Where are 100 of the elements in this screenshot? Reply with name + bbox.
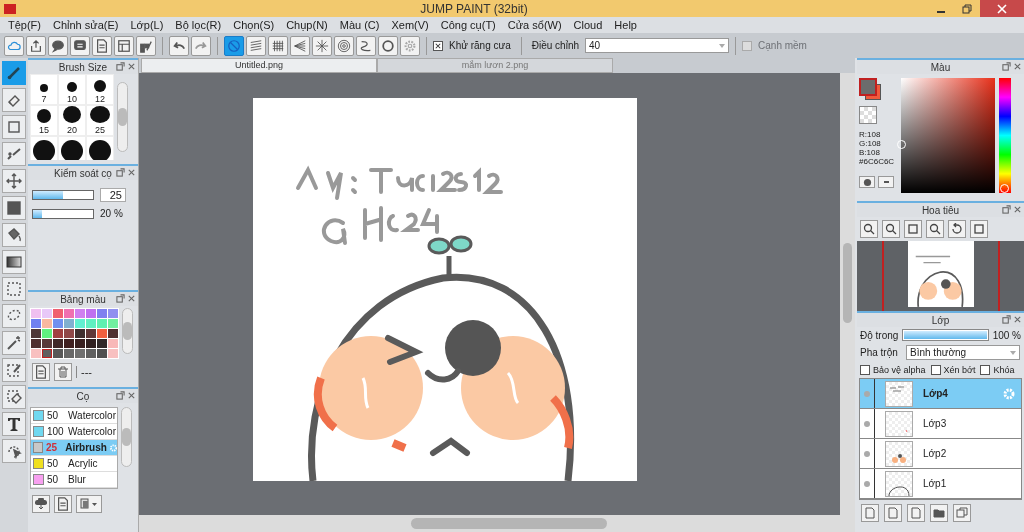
- color-swatch[interactable]: [86, 339, 96, 348]
- color-swatch[interactable]: [108, 339, 118, 348]
- brush-item[interactable]: 25 Airbrush: [31, 440, 117, 456]
- color-swatch[interactable]: [53, 309, 63, 318]
- brush-size-option[interactable]: 7: [30, 74, 58, 105]
- toolbar-button[interactable]: [169, 35, 189, 56]
- color-swatch[interactable]: [75, 339, 85, 348]
- tool-button[interactable]: [2, 196, 26, 220]
- tool-button[interactable]: [2, 331, 26, 355]
- toolbar-button[interactable]: [224, 35, 244, 56]
- color-swatch[interactable]: [64, 329, 74, 338]
- layer-row[interactable]: Lớp4: [860, 379, 1021, 409]
- tool-button[interactable]: [2, 88, 26, 112]
- layer-row[interactable]: Lớp2: [860, 439, 1021, 469]
- toolbar-button[interactable]: [290, 35, 310, 56]
- color-swatch[interactable]: [42, 339, 52, 348]
- brush-dot-icon[interactable]: [61, 140, 83, 160]
- brush-size-option[interactable]: 25: [86, 105, 114, 136]
- color-swatch[interactable]: [53, 339, 63, 348]
- brush-item[interactable]: 50 Blur: [31, 472, 117, 488]
- brush-item[interactable]: 50 Watercolor: [31, 408, 117, 424]
- color-swatch[interactable]: [31, 319, 41, 328]
- transparent-swatch[interactable]: [859, 106, 877, 124]
- color-swatch[interactable]: [53, 329, 63, 338]
- toolbar-button[interactable]: [378, 35, 398, 56]
- toolbar-button[interactable]: [114, 35, 134, 56]
- toolbar-button[interactable]: [70, 35, 90, 56]
- document-tab[interactable]: Untitled.png: [141, 58, 377, 73]
- brush-item[interactable]: 50 Acrylic: [31, 456, 117, 472]
- color-swatch[interactable]: [75, 309, 85, 318]
- tool-button[interactable]: [2, 169, 26, 193]
- brush-dot-icon[interactable]: [33, 140, 55, 160]
- color-swatch[interactable]: [108, 309, 118, 318]
- navigator-button[interactable]: [882, 220, 900, 238]
- menu-item[interactable]: Chỉnh sửa(E): [47, 19, 125, 31]
- toolbar-button[interactable]: [246, 35, 266, 56]
- menu-item[interactable]: Help: [608, 19, 643, 31]
- slider-track[interactable]: [32, 190, 94, 200]
- tool-button[interactable]: [2, 142, 26, 166]
- color-swatch[interactable]: [97, 339, 107, 348]
- tool-button[interactable]: [2, 250, 26, 274]
- color-swatch[interactable]: [31, 339, 41, 348]
- visibility-dot-icon[interactable]: [864, 450, 870, 457]
- color-swatch[interactable]: [53, 319, 63, 328]
- visibility-dot-icon[interactable]: [864, 390, 870, 397]
- color-swatch[interactable]: [31, 349, 41, 358]
- checkbox[interactable]: [860, 365, 870, 375]
- checkbox[interactable]: [980, 365, 991, 375]
- color-swatch[interactable]: [97, 329, 107, 338]
- toolbar-button[interactable]: [48, 35, 68, 56]
- vertical-scrollbar[interactable]: [840, 73, 855, 515]
- color-swatch[interactable]: [86, 309, 96, 318]
- color-swatch[interactable]: [75, 349, 85, 358]
- horizontal-scrollbar[interactable]: [139, 515, 855, 532]
- color-swatch[interactable]: [42, 349, 52, 358]
- color-swatch[interactable]: [108, 329, 118, 338]
- navigator-button[interactable]: [860, 220, 878, 238]
- color-swatch[interactable]: [108, 349, 118, 358]
- toolbar-button[interactable]: [268, 35, 288, 56]
- color-swatch[interactable]: [97, 319, 107, 328]
- toolbar-button[interactable]: [26, 35, 46, 56]
- menu-item[interactable]: Cloud: [567, 19, 609, 31]
- checkbox[interactable]: [433, 40, 443, 51]
- menu-item[interactable]: Chọn(S): [227, 19, 281, 31]
- color-swatch[interactable]: [97, 349, 107, 358]
- menu-item[interactable]: Lớp(L): [124, 19, 170, 31]
- brush-size-option[interactable]: 20: [58, 105, 86, 136]
- copy-dropdown-button[interactable]: [76, 495, 102, 513]
- color-swatch[interactable]: [31, 329, 41, 338]
- toolbar-button[interactable]: [356, 35, 376, 56]
- delete-button[interactable]: [54, 363, 72, 381]
- color-swatches-drawing[interactable]: [859, 78, 881, 100]
- new-swatch-button[interactable]: [32, 363, 50, 381]
- layer-row[interactable]: Lớp3: [860, 409, 1021, 439]
- color-swatch[interactable]: [64, 309, 74, 318]
- color-swatch[interactable]: [64, 339, 74, 348]
- menu-item[interactable]: Màu (C): [333, 19, 386, 31]
- layer-action-button[interactable]: [930, 504, 948, 522]
- more-button[interactable]: [878, 176, 894, 188]
- scrollbar[interactable]: [117, 82, 128, 152]
- download-button[interactable]: [32, 495, 50, 513]
- menu-item[interactable]: Chụp(N): [280, 19, 334, 31]
- value-field[interactable]: 25: [100, 188, 126, 202]
- menu-item[interactable]: Tệp(F): [2, 19, 47, 31]
- adjust-dropdown[interactable]: 40: [585, 38, 730, 53]
- color-swatch[interactable]: [42, 319, 52, 328]
- toolbar-button[interactable]: [312, 35, 332, 56]
- toolbar-button[interactable]: [92, 35, 112, 56]
- toolbar-button[interactable]: [4, 35, 24, 56]
- new-brush-button[interactable]: [54, 495, 72, 513]
- color-swatch[interactable]: [108, 319, 118, 328]
- menu-item[interactable]: Cửa sổ(W): [501, 19, 568, 31]
- navigator-preview[interactable]: [907, 241, 974, 307]
- toolbar-button[interactable]: [136, 35, 156, 56]
- color-swatch[interactable]: [86, 319, 96, 328]
- navigator-button[interactable]: [948, 220, 966, 238]
- brush-size-option[interactable]: 10: [58, 74, 86, 105]
- menu-item[interactable]: Công cụ(T): [434, 19, 502, 31]
- color-swatch[interactable]: [75, 319, 85, 328]
- tool-button[interactable]: [2, 358, 26, 382]
